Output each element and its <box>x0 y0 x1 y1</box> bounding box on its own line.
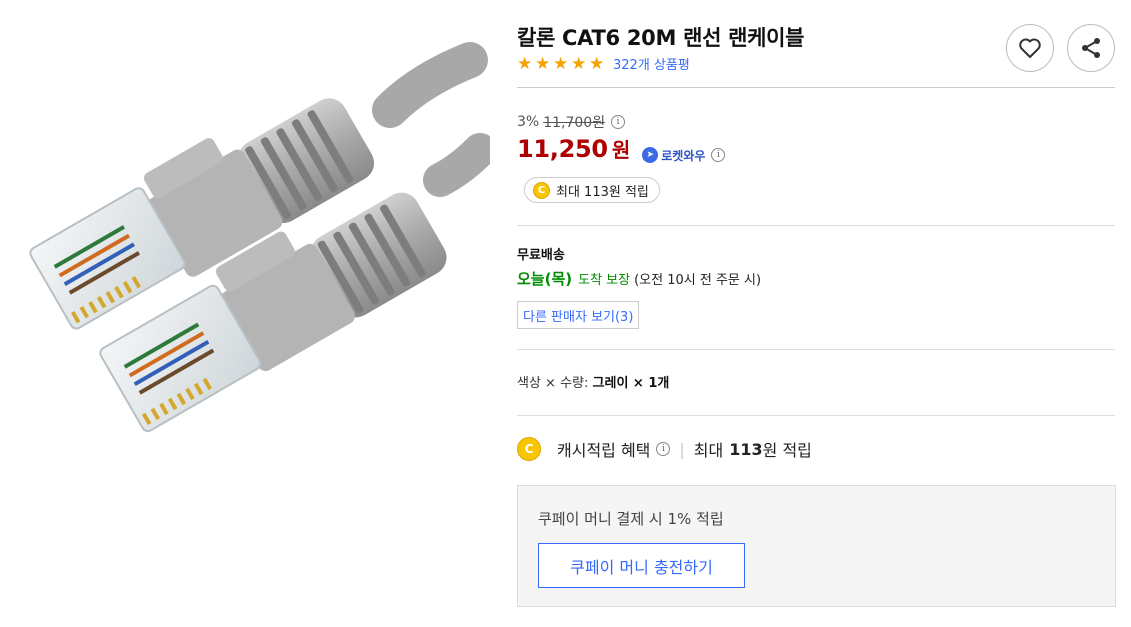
star-icon: ★ <box>553 53 569 74</box>
sale-price-row: 11,250 원 ➤ 로켓와우 i <box>517 134 726 164</box>
cash-reward-pill: C 최대 113원 적립 <box>524 177 660 203</box>
rating-row[interactable]: ★ ★ ★ ★ ★ 322개 상품평 <box>517 54 690 74</box>
delivery-guarantee: 도착 보장 <box>578 273 631 288</box>
delivery-row: 오늘(목) 도착 보장 (오전 10시 전 주문 시) <box>517 268 761 289</box>
share-icon <box>1082 38 1100 58</box>
info-icon[interactable]: i <box>656 442 671 456</box>
delivery-note: (오전 10시 전 주문 시) <box>634 273 762 288</box>
star-icon: ★ <box>517 53 533 74</box>
rocket-wow-badge: ➤ 로켓와우 <box>642 147 705 164</box>
shipping-title: 무료배송 <box>517 248 565 263</box>
cash-benefit-max-prefix: 최대 <box>693 441 724 460</box>
divider <box>517 87 1115 88</box>
coin-icon: C <box>517 437 541 461</box>
rating-stars: ★ ★ ★ ★ ★ <box>517 55 607 73</box>
discount-rate: 3% <box>517 114 540 130</box>
cash-benefit-label: 캐시적립 혜택 <box>557 441 651 460</box>
coupay-box: 쿠페이 머니 결제 시 1% 적립 쿠페이 머니 충전하기 <box>517 485 1116 607</box>
divider <box>517 225 1115 226</box>
product-title: 칼론 CAT6 20M 랜선 랜케이블 <box>517 26 805 50</box>
rocket-label: 로켓와우 <box>661 148 706 163</box>
info-icon[interactable]: i <box>611 115 626 129</box>
lan-cable-illustration <box>29 42 497 433</box>
option-value: 그레이 × 1개 <box>592 376 670 391</box>
cash-benefit-amount: 113 <box>729 439 763 459</box>
review-count-link[interactable]: 322개 상품평 <box>613 54 690 73</box>
wishlist-button[interactable] <box>1006 24 1054 72</box>
star-icon: ★ <box>589 53 605 74</box>
other-sellers-button[interactable]: 다른 판매자 보기(3) <box>517 301 640 329</box>
option-row: 색상 × 수량: 그레이 × 1개 <box>517 372 669 391</box>
option-label: 색상 × 수량: <box>517 376 589 391</box>
divider <box>517 349 1115 350</box>
divider <box>517 415 1115 416</box>
coin-icon: C <box>533 181 550 199</box>
product-image[interactable] <box>0 0 497 627</box>
coupay-text: 쿠페이 머니 결제 시 1% 적립 <box>538 510 724 528</box>
info-icon[interactable]: i <box>711 148 726 162</box>
star-icon: ★ <box>571 53 587 74</box>
currency-label: 원 <box>611 138 631 162</box>
cash-benefit-max-suffix: 원 적립 <box>762 441 812 460</box>
cash-reward-text: 최대 113원 적립 <box>556 184 649 200</box>
sale-price: 11,250 <box>517 135 608 163</box>
delivery-day: 오늘(목) <box>517 270 573 288</box>
original-price: 11,700원 <box>543 115 606 131</box>
heart-icon <box>1019 38 1041 58</box>
star-icon: ★ <box>535 53 551 74</box>
coupay-charge-button[interactable]: 쿠페이 머니 충전하기 <box>538 543 745 588</box>
share-button[interactable] <box>1067 24 1115 72</box>
original-price-row: 3% 11,700원 i <box>517 112 626 132</box>
rocket-icon: ➤ <box>642 147 659 163</box>
separator: | <box>679 439 685 459</box>
cash-benefit-row: C 캐시적립 혜택 i | 최대 113 원 적립 <box>517 437 812 461</box>
